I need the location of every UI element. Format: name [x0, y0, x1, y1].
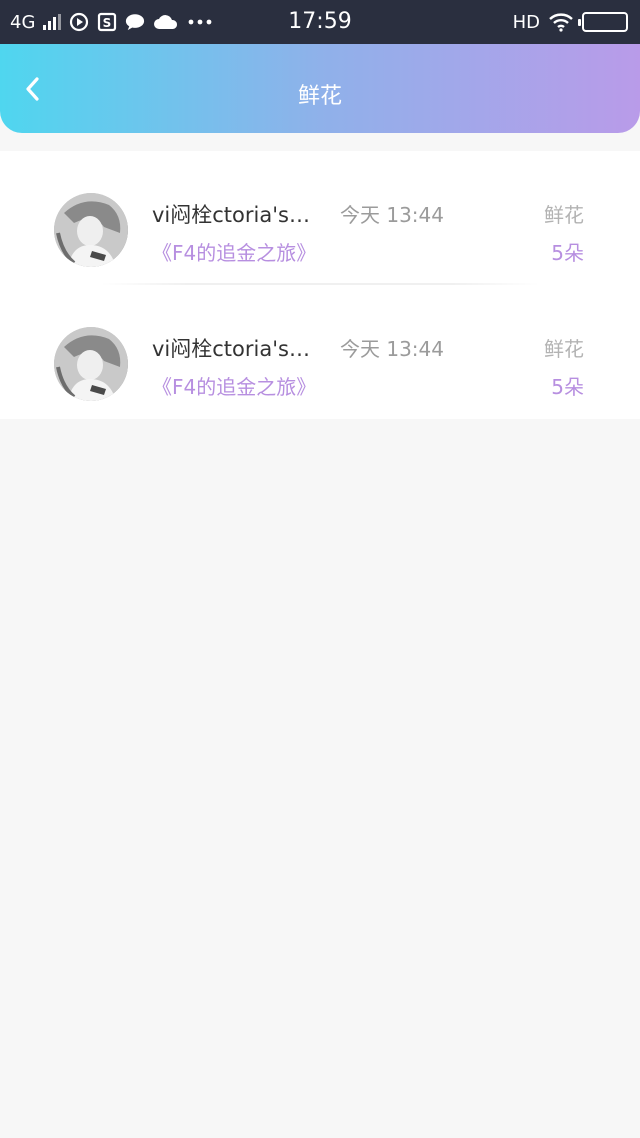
page-title: 鲜花: [297, 84, 342, 109]
hd-label: HD: [512, 11, 540, 33]
s-app-icon: S: [97, 12, 117, 32]
avatar[interactable]: [54, 193, 128, 267]
nav-header: 鲜花: [0, 44, 640, 133]
status-left: 4G S: [10, 0, 213, 44]
svg-text:S: S: [103, 16, 112, 30]
book-title-link[interactable]: 《F4的追金之旅》: [152, 371, 316, 400]
book-title-link[interactable]: 《F4的追金之旅》: [152, 237, 316, 266]
signal-icon: [43, 14, 62, 30]
chevron-left-icon: [26, 77, 39, 101]
avatar[interactable]: [54, 327, 128, 401]
battery-icon: [578, 12, 628, 32]
wifi-icon: [548, 12, 574, 32]
record-time: 今天 13:44: [340, 203, 444, 227]
more-dots-icon: [187, 12, 213, 32]
list-item[interactable]: vi闷栓ctoria's… 今天 13:44 鲜花 《F4的追金之旅》 5朵: [0, 285, 640, 419]
record-time: 今天 13:44: [340, 337, 444, 361]
list-item[interactable]: vi闷栓ctoria's… 今天 13:44 鲜花 《F4的追金之旅》 5朵: [0, 151, 640, 285]
status-right: HD: [513, 0, 628, 44]
user-name: vi闷栓ctoria's…: [152, 337, 310, 361]
chat-bubble-icon: [125, 12, 145, 32]
flower-record-list: vi闷栓ctoria's… 今天 13:44 鲜花 《F4的追金之旅》 5朵 v…: [0, 151, 640, 419]
gift-count: 5朵: [551, 375, 584, 399]
gift-type: 鲜花: [544, 337, 584, 361]
play-circle-icon: [69, 12, 89, 32]
network-type: 4G: [10, 11, 36, 33]
back-button[interactable]: [18, 74, 48, 104]
gift-type: 鲜花: [544, 203, 584, 227]
cloud-icon: [153, 12, 179, 32]
user-name: vi闷栓ctoria's…: [152, 203, 310, 227]
status-bar: 4G S 17:59 HD: [0, 0, 640, 44]
gift-count: 5朵: [551, 241, 584, 265]
